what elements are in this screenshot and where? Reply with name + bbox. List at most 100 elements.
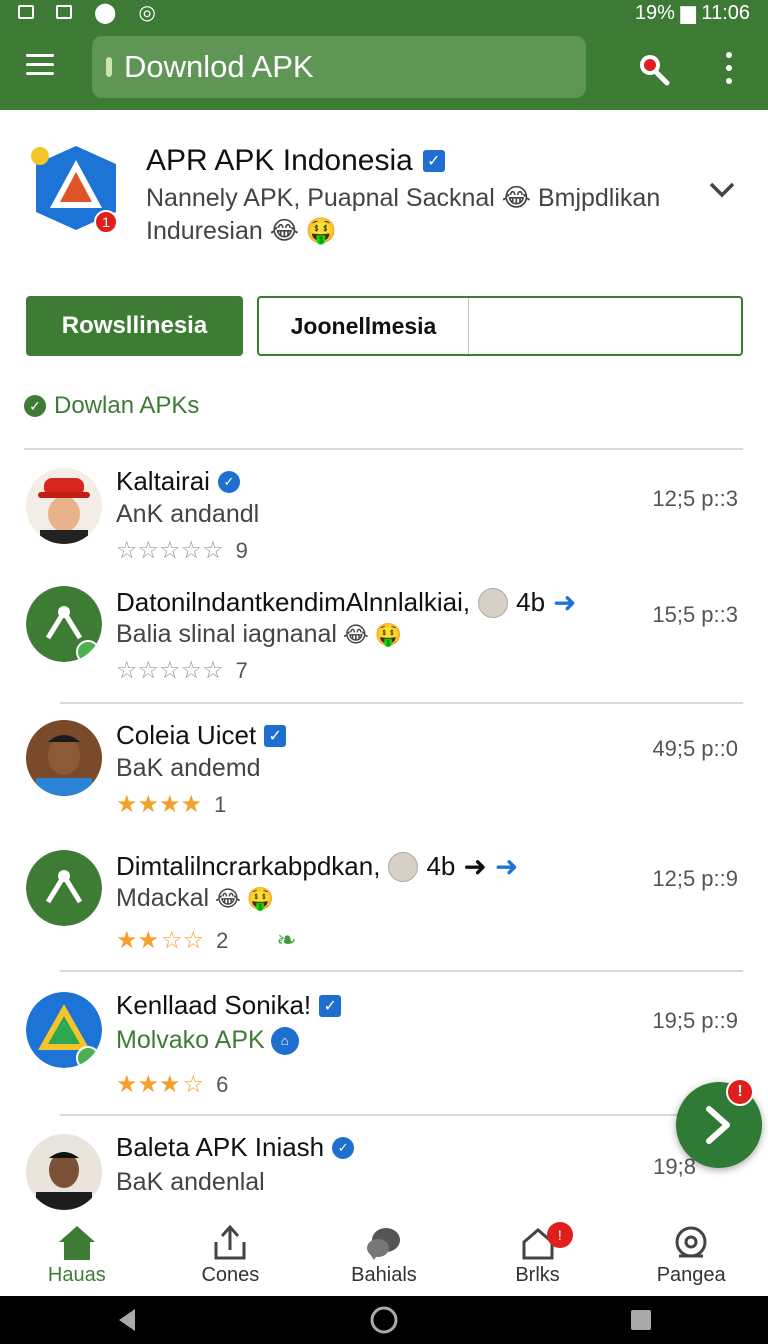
emoji-icon: 😂 🤑 [215,885,275,911]
rating: ★★★ ☆ 6 [116,1071,229,1098]
message-icon [56,5,72,19]
item-sub: BaK andenlal [116,1168,265,1196]
nav-item-links[interactable]: ! Brlks [461,1214,615,1296]
rating-count: 9 [235,537,248,563]
item-time: 12;5 p::9 [652,866,738,891]
item-extra: 4b [426,851,456,881]
chat-icon [366,1227,400,1260]
search-cursor-icon [106,57,112,77]
nav-item-chat[interactable]: Bahials [307,1214,461,1296]
item-sub: Molvako APK ⌂ [116,1026,299,1055]
profile-icon [675,1226,707,1257]
nav-item-share[interactable]: Cones [154,1214,308,1296]
divider [24,448,743,450]
rating-count: 2 [216,927,229,953]
chevron-right-icon [706,1106,730,1144]
chevron-down-icon[interactable] [708,180,736,200]
system-nav-bar [0,1296,768,1344]
more-icon[interactable] [722,52,736,84]
share-icon [214,1224,246,1259]
item-name: Baleta APK Iniash ✓ [116,1132,355,1163]
item-name-text: DatonilndantkendimAlnnlalkiai, [116,587,471,617]
fab-badge: ! [726,1078,754,1106]
verified-icon: ✓ [319,994,342,1017]
search-text: Downlod APK [124,49,314,84]
location-icon: ⬤ [94,1,117,24]
rating-count: 7 [235,657,248,683]
item-sub-text: Molvako APK [116,1026,265,1054]
recents-icon[interactable] [629,1308,653,1332]
rating: ☆☆☆☆☆ 7 [116,657,248,684]
avatar [26,1134,102,1210]
search-input[interactable]: Downlod APK [92,36,586,98]
list-item[interactable]: DatonilndantkendimAlnnlalkiai, 4b ➜ Bali… [0,582,768,702]
item-sub: BaK andemd [116,754,261,782]
nav-item-home[interactable]: Hauas [0,1214,154,1296]
leaf-icon: ❧ [276,927,297,954]
nav-item-profile[interactable]: Pangea [614,1214,768,1296]
item-time: 15;5 p::3 [652,602,738,627]
sim-icon [18,5,34,19]
page-subtitle: Nannely APK, Puapnal Sacknal 😂 Bmjpdlika… [146,184,661,245]
avatar [26,720,102,796]
nav-badge: ! [546,1222,573,1248]
arrow-right-icon: ➜ [553,587,577,618]
avatar [26,850,102,926]
menu-icon[interactable] [26,54,54,78]
item-sub: Balia slinal iagnanal 😂 🤑 [116,620,402,649]
item-name: Kaltairai ✓ [116,466,240,497]
nav-label: Pangea [656,1263,726,1286]
item-name: Kenllaad Sonika! ✓ [116,990,342,1021]
item-name-text: Coleia Uicet [116,720,257,750]
item-time: 19;8 [653,1154,696,1179]
item-name-text: Kenllaad Sonika! [116,990,312,1020]
avatar [26,586,102,662]
arrow-right-icon: ➜ [494,851,519,882]
item-sub: AnK andandl [116,500,260,528]
list-item[interactable]: Baleta APK Iniash ✓ BaK andenlal 19;8 [0,1128,768,1214]
secondary-tab-button[interactable]: Joonellmesia [257,296,743,356]
bottom-nav: Hauas Cones Bahials ! Brlks Pangea [0,1214,768,1296]
emoji-icon: 😂 🤑 [342,621,403,647]
rating: ★★ ☆☆ 2 ❧ [116,927,297,954]
list-item[interactable]: Dimtalilncrarkabpdkan, 4b ➜ ➜ Mdackal 😂 … [0,846,768,970]
arrow-right-icon: ➜ [463,851,487,882]
page-title-text: APR APK Indonesia [146,144,413,177]
verified-icon: ✓ [332,1136,355,1159]
rating: ★★★★ 1 [116,791,227,818]
item-name: Coleia Uicet ✓ [116,720,287,751]
verified-icon: ✓ [264,724,287,747]
secondary-tab-label: Joonellmesia [259,298,469,354]
nav-label: Hauas [47,1263,106,1286]
section-label-text: Dowlan APKs [54,392,200,419]
home-icon [58,1225,95,1260]
list-item[interactable]: Kaltairai ✓ AnK andandl ☆☆☆☆☆ 9 12;5 p::3 [0,462,768,582]
item-sub-text: Mdackal [116,884,210,912]
app-bar: Downlod APK [0,24,768,110]
divider [60,1114,680,1116]
divider [60,970,743,972]
page-title: APR APK Indonesia ✓ [146,144,445,178]
check-icon: ✓ [24,395,46,417]
item-time: 12;5 p::3 [652,486,738,511]
search-icon[interactable] [636,52,670,86]
list-item[interactable]: Coleia Uicet ✓ BaK andemd ★★★★ 1 49;5 p::… [0,716,768,836]
item-name: Dimtalilncrarkabpdkan, 4b ➜ ➜ [116,850,518,883]
primary-tab-button[interactable]: Rowsllinesia [26,296,243,356]
back-icon[interactable] [115,1307,139,1333]
bank-icon: ⌂ [270,1026,299,1055]
logo-badge-text: 1 [102,214,110,230]
home-button-icon[interactable] [369,1305,399,1335]
rating-count: 6 [216,1071,229,1097]
avatar [26,992,102,1068]
divider [60,702,743,704]
status-left-icons: ⬤ ◎ [18,0,156,25]
alarm-icon: ◎ [138,1,156,24]
avatar [26,468,102,544]
status-bar: ⬤ ◎ 19% ▆ 11:06 [0,0,768,24]
list-item[interactable]: Kenllaad Sonika! ✓ Molvako APK ⌂ ★★★ ☆ 6 1… [0,986,768,1110]
rating-count: 1 [214,791,227,817]
section-label: ✓ Dowlan APKs [24,392,199,420]
nav-label: Bahials [351,1263,417,1286]
rating: ☆☆☆☆☆ 9 [116,537,248,564]
